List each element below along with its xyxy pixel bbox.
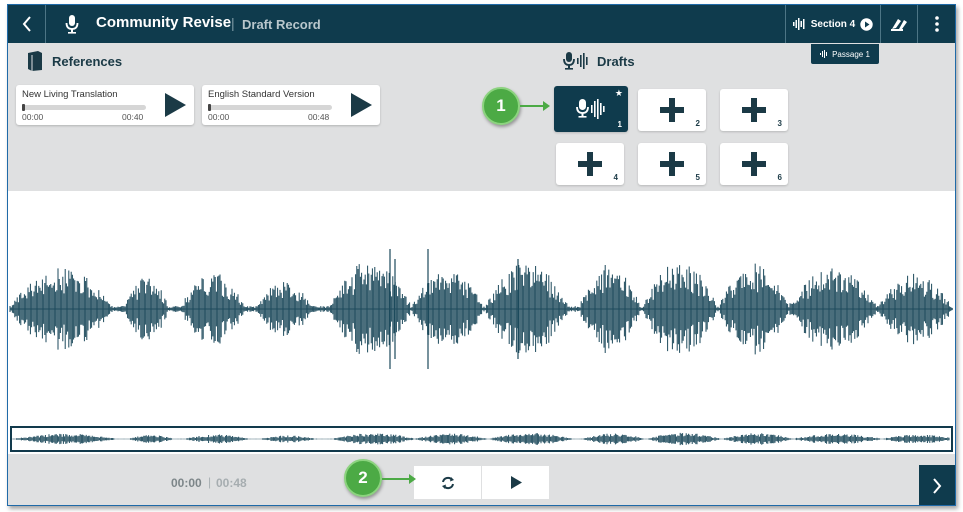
current-time: 00:00 xyxy=(171,476,202,490)
draft-number: 6 xyxy=(777,173,782,182)
page-title: Community Revise xyxy=(96,14,232,31)
draft-number: 2 xyxy=(695,119,700,128)
waveform-display[interactable] xyxy=(8,191,955,427)
plus-icon xyxy=(660,98,684,122)
drafts-title: Drafts xyxy=(597,53,635,69)
reference-play-button[interactable] xyxy=(342,85,379,125)
page-subtitle: Draft Record xyxy=(242,17,321,32)
passage-tooltip: Passage 1 xyxy=(811,44,879,64)
app-window: Community Revise | Draft Record Section … xyxy=(7,4,956,506)
back-button[interactable] xyxy=(8,5,46,43)
reference-current-time: 00:00 xyxy=(22,112,44,122)
waveform-icon xyxy=(820,50,828,58)
reference-card-nlt: New Living Translation 00:00 00:40 xyxy=(16,85,194,125)
loop-icon xyxy=(441,476,454,489)
plus-icon xyxy=(660,152,684,176)
waveform-overview-graphic xyxy=(12,432,950,446)
reference-total-time: 00:40 xyxy=(122,112,144,122)
reference-progress-track[interactable] xyxy=(208,105,332,110)
draft-slot-4[interactable]: 4 xyxy=(556,143,624,185)
microphone-waveform-icon xyxy=(576,99,605,119)
plus-icon xyxy=(578,152,602,176)
waveform-icon xyxy=(792,18,805,30)
waveform-overview[interactable] xyxy=(10,426,953,452)
reference-current-time: 00:00 xyxy=(208,112,230,122)
reference-name: English Standard Version xyxy=(208,89,315,100)
play-icon xyxy=(164,93,186,117)
draft-slot-2[interactable]: 2 xyxy=(638,89,706,131)
tools-button[interactable] xyxy=(881,5,918,43)
draft-number: 4 xyxy=(613,173,618,182)
chevron-right-icon xyxy=(933,478,942,494)
reference-name: New Living Translation xyxy=(22,89,118,100)
callout-2: 2 xyxy=(344,459,382,497)
star-icon: ★ xyxy=(614,88,623,98)
book-icon xyxy=(28,51,42,71)
draft-number: 5 xyxy=(695,173,700,182)
draft-slot-1[interactable]: ★ 1 xyxy=(554,86,628,132)
pencil-hands-icon xyxy=(891,19,907,31)
section-label: Section 4 xyxy=(810,18,856,30)
references-heading: References xyxy=(26,51,122,71)
reference-progress-handle[interactable] xyxy=(208,104,211,111)
chevron-left-icon xyxy=(22,16,31,32)
passage-label: Passage 1 xyxy=(832,49,870,59)
play-icon xyxy=(510,476,522,489)
reference-progress-handle[interactable] xyxy=(22,104,25,111)
time-separator: | xyxy=(208,475,212,489)
reference-progress-track[interactable] xyxy=(22,105,146,110)
next-button[interactable] xyxy=(919,465,955,505)
overview-path xyxy=(12,432,950,446)
reference-play-button[interactable] xyxy=(156,85,193,125)
title-separator: | xyxy=(231,15,235,31)
waveform-graphic xyxy=(9,249,953,369)
callout-1-arrow xyxy=(520,101,550,111)
draft-number: 3 xyxy=(777,119,782,128)
play-button[interactable] xyxy=(482,466,549,499)
microphone-waveform-icon xyxy=(563,52,588,70)
drafts-heading: Drafts xyxy=(563,51,635,71)
playback-bar: 00:00 | 00:48 xyxy=(8,454,955,505)
reference-card-esv: English Standard Version 00:00 00:48 xyxy=(202,85,380,125)
loop-button[interactable] xyxy=(414,466,481,499)
draft-slot-6[interactable]: 6 xyxy=(720,143,788,185)
microphone-icon xyxy=(60,5,84,43)
reference-total-time: 00:48 xyxy=(308,112,330,122)
references-title: References xyxy=(52,53,123,69)
draft-slot-3[interactable]: 3 xyxy=(720,89,788,131)
total-time: 00:48 xyxy=(216,476,247,490)
plus-icon xyxy=(742,98,766,122)
draft-slot-5[interactable]: 5 xyxy=(638,143,706,185)
top-bar: Community Revise | Draft Record Section … xyxy=(8,5,955,43)
references-drafts-panel: References New Living Translation 00:00 … xyxy=(8,43,955,191)
more-menu-button[interactable] xyxy=(918,5,955,43)
play-icon xyxy=(350,93,372,117)
callout-1: 1 xyxy=(482,87,520,125)
more-vertical-icon xyxy=(934,16,939,32)
section-button[interactable]: Section 4 xyxy=(785,5,881,43)
plus-icon xyxy=(742,152,766,176)
callout-2-arrow xyxy=(382,474,416,484)
play-circle-icon xyxy=(860,17,873,31)
draft-number: 1 xyxy=(617,120,622,129)
